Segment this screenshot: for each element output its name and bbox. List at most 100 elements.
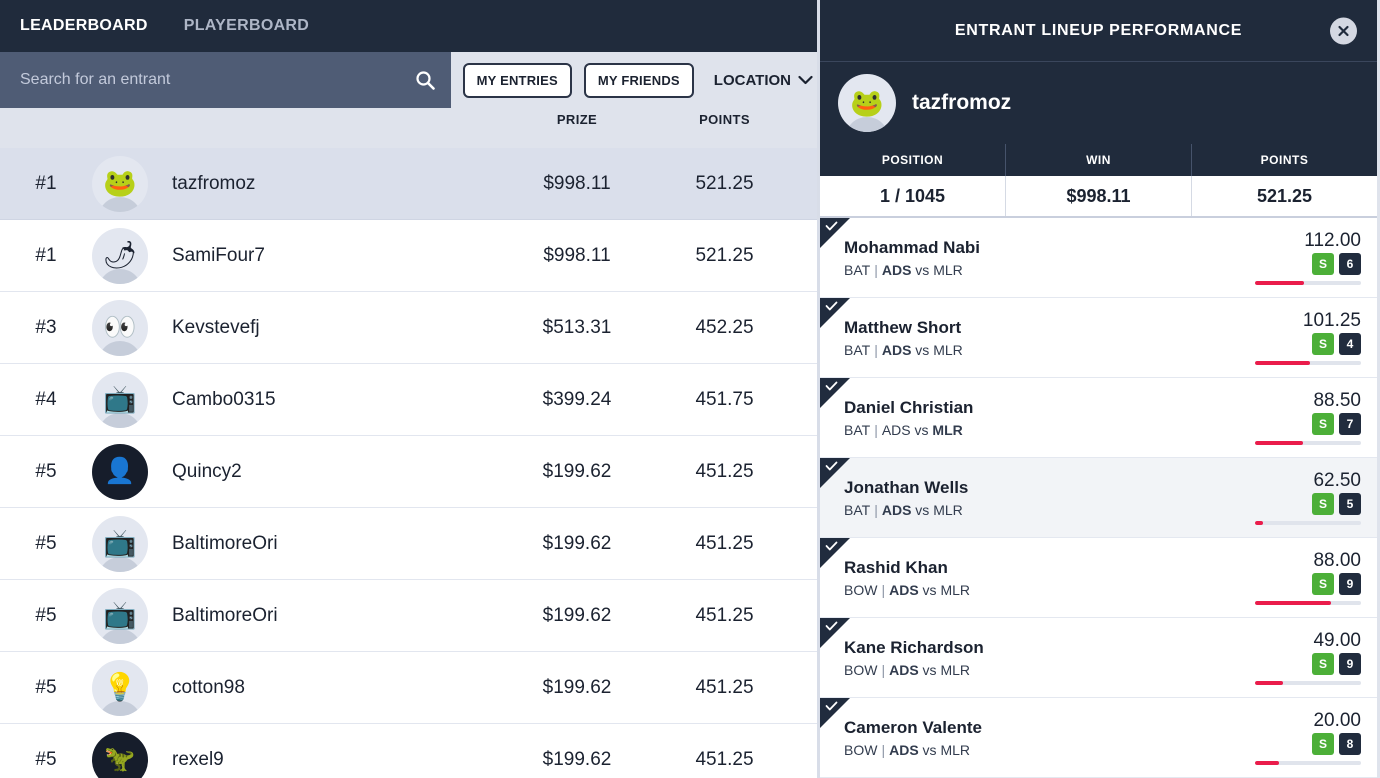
tab-leaderboard[interactable]: LEADERBOARD <box>18 13 150 39</box>
avatar: 📺 <box>92 515 148 572</box>
player-team: ADS <box>889 741 919 758</box>
status-badge: S <box>1312 732 1334 755</box>
entrant-points: 451.25 <box>695 676 754 698</box>
score-progress-bar <box>1255 680 1361 685</box>
dinosaur-avatar: 🦖 <box>104 745 136 773</box>
my-entries-button[interactable]: MY ENTRIES <box>462 62 572 98</box>
entrant-rank: #5 <box>35 676 57 698</box>
player-name: Rashid Khan <box>844 557 948 577</box>
filter-controls: MY ENTRIES MY FRIENDS LOCATION <box>451 52 817 108</box>
player-opponent: MLR <box>940 581 970 598</box>
avatar: 📺 <box>92 587 148 644</box>
table-row[interactable]: #5 📺 BaltimoreOri $199.62 451.25 <box>0 580 817 652</box>
entrant-rank: #1 <box>35 244 57 266</box>
leaderboard-panel: LEADERBOARD PLAYERBOARD MY ENTRIES MY FR… <box>0 0 820 778</box>
entrant-name: Kevstevefj <box>172 316 260 338</box>
player-vs: vs <box>922 741 937 758</box>
player-vs: vs <box>922 581 937 598</box>
player-meta: BAT | ADS vs MLR <box>844 501 963 518</box>
player-team: ADS <box>889 581 919 598</box>
check-icon <box>825 700 838 713</box>
entrant-points: 521.25 <box>695 172 754 194</box>
avatar: 🌶 <box>92 227 148 284</box>
player-badges: S8 <box>1312 732 1361 755</box>
entrant-name: SamiFour7 <box>172 244 265 266</box>
entrant-name: BaltimoreOri <box>172 604 278 626</box>
player-score: 101.25 <box>1302 309 1361 331</box>
order-badge: 8 <box>1339 732 1361 755</box>
player-position: BAT <box>844 421 871 438</box>
player-score: 88.00 <box>1313 549 1361 571</box>
close-icon[interactable] <box>1330 17 1357 44</box>
location-dropdown[interactable]: LOCATION <box>710 66 817 95</box>
entrant-points: 451.75 <box>695 388 754 410</box>
column-header-points: POINTS <box>699 112 750 127</box>
player-team: ADS <box>881 341 912 358</box>
list-item[interactable]: Jonathan Wells BAT | ADS vs MLR 62.50 S 5 <box>820 458 1377 538</box>
frog-avatar: 🐸 <box>103 168 137 198</box>
player-stats: 88.00 S 9 <box>1247 551 1377 605</box>
player-position: BOW <box>844 581 878 598</box>
check-icon <box>825 540 838 553</box>
entrant-prize: $998.11 <box>543 172 611 194</box>
stat-header-position: POSITION <box>881 153 944 167</box>
table-row[interactable]: #5 🦖 rexel9 $199.62 451.25 <box>0 724 817 778</box>
order-badge: 7 <box>1339 412 1361 435</box>
player-meta: BAT | ADS vs MLR <box>844 341 963 358</box>
player-opponent: MLR <box>933 261 963 278</box>
entrant-header: 🐸 tazfromoz <box>820 62 1377 144</box>
player-score: 62.50 <box>1313 469 1361 491</box>
list-item[interactable]: Cameron Valente BOW | ADS vs MLR 20.00 S 8 <box>820 698 1377 778</box>
list-item[interactable]: Matthew Short BAT | ADS vs MLR 101.25 S 4 <box>820 298 1377 378</box>
table-row[interactable]: #1 🐸 tazfromoz $998.11 521.25 <box>0 148 817 220</box>
list-item[interactable]: Kane Richardson BOW | ADS vs MLR 49.00 S 9 <box>820 618 1377 698</box>
check-icon <box>825 220 838 233</box>
player-badges: S6 <box>1312 252 1361 275</box>
player-badges: S4 <box>1312 332 1361 355</box>
player-meta: BAT | ADS vs MLR <box>844 421 963 438</box>
tab-playerboard[interactable]: PLAYERBOARD <box>182 13 311 39</box>
television-avatar: 📺 <box>103 600 137 630</box>
entrant-name: rexel9 <box>172 748 224 770</box>
entrant-prize: $998.11 <box>543 244 611 266</box>
player-vs: vs <box>915 501 930 518</box>
player-position: BAT <box>844 341 871 358</box>
search-input[interactable] <box>20 52 407 108</box>
entrant-prize: $199.62 <box>542 604 612 626</box>
entrant-prize: $199.62 <box>542 748 612 770</box>
my-friends-button[interactable]: MY FRIENDS <box>583 62 694 98</box>
list-item[interactable]: Rashid Khan BOW | ADS vs MLR 88.00 S 9 <box>820 538 1377 618</box>
search-toolbar: MY ENTRIES MY FRIENDS LOCATION <box>0 52 817 108</box>
table-row[interactable]: #5 👤 Quincy2 $199.62 451.25 <box>0 436 817 508</box>
status-badge: S <box>1312 252 1334 275</box>
entrant-points: 451.25 <box>695 532 754 554</box>
table-row[interactable]: #1 🌶 SamiFour7 $998.11 521.25 <box>0 220 817 292</box>
order-badge: 4 <box>1339 332 1361 355</box>
entrant-prize: $513.31 <box>542 316 612 338</box>
list-item[interactable]: Daniel Christian BAT | ADS vs MLR 88.50 S 7 <box>820 378 1377 458</box>
player-name: Matthew Short <box>844 317 962 337</box>
player-stats: 49.00 S 9 <box>1247 631 1377 685</box>
score-progress-bar <box>1255 280 1361 285</box>
location-label: LOCATION <box>713 71 791 89</box>
status-badge: S <box>1312 492 1334 515</box>
search-field-container[interactable] <box>0 52 451 108</box>
search-icon[interactable] <box>415 70 435 90</box>
order-badge: 6 <box>1339 252 1361 275</box>
table-row[interactable]: #5 💡 cotton98 $199.62 451.25 <box>0 652 817 724</box>
lightbulb-avatar: 💡 <box>103 672 137 702</box>
player-score: 88.50 <box>1313 389 1361 411</box>
table-row[interactable]: #3 👀 Kevstevefj $513.31 452.25 <box>0 292 817 364</box>
eyes-avatar: 👀 <box>103 312 137 342</box>
player-info: Cameron Valente BOW | ADS vs MLR <box>820 718 1247 758</box>
list-item[interactable]: Mohammad Nabi BAT | ADS vs MLR 112.00 S 6 <box>820 218 1377 298</box>
player-position: BOW <box>844 741 878 758</box>
entrant-stat-values: 1 / 1045 $998.11 521.25 <box>820 176 1377 218</box>
entrant-points: 451.25 <box>695 460 754 482</box>
table-row[interactable]: #4 📺 Cambo0315 $399.24 451.75 <box>0 364 817 436</box>
table-row[interactable]: #5 📺 BaltimoreOri $199.62 451.25 <box>0 508 817 580</box>
entrant-stat-headers: POSITION WIN POINTS <box>820 144 1377 176</box>
player-meta: BAT | ADS vs MLR <box>844 261 963 278</box>
player-info: Matthew Short BAT | ADS vs MLR <box>820 318 1247 358</box>
player-info: Jonathan Wells BAT | ADS vs MLR <box>820 478 1247 518</box>
